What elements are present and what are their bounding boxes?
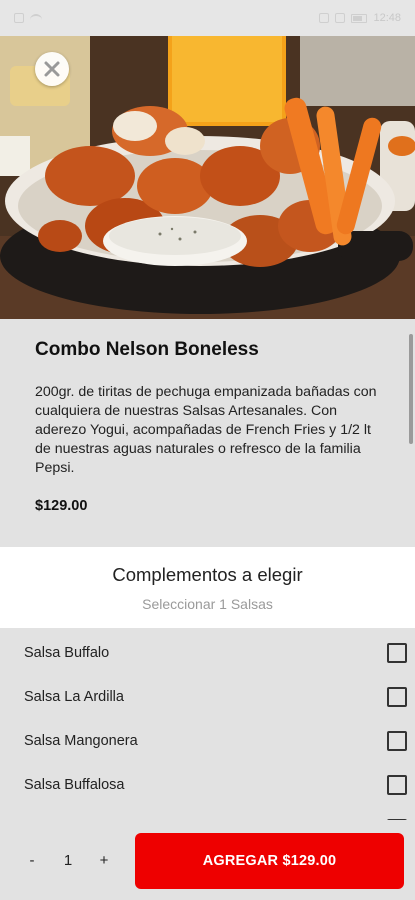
option-checkbox[interactable]: [387, 731, 407, 751]
option-item[interactable]: Salsa La Ardilla: [0, 675, 415, 719]
add-to-cart-button[interactable]: AGREGAR $129.00: [135, 833, 404, 889]
bottom-bar: - 1 + AGREGAR $129.00: [0, 820, 415, 900]
product-price: $129.00: [35, 498, 88, 514]
vibrate-icon: [335, 13, 346, 23]
scrollbar[interactable]: [409, 334, 413, 444]
wifi-icon: [30, 14, 42, 22]
battery-icon: [351, 13, 368, 23]
complements-header: Complementos a elegir Seleccionar 1 Sals…: [0, 547, 415, 628]
alarm-icon: [319, 13, 330, 23]
quantity-stepper: - 1 +: [20, 820, 116, 900]
option-label: Salsa Buffalosa: [24, 777, 125, 793]
close-button[interactable]: [35, 52, 69, 86]
increase-quantity-button[interactable]: +: [92, 852, 116, 869]
option-checkbox[interactable]: [387, 687, 407, 707]
option-item[interactable]: Salsa Mangonera: [0, 719, 415, 763]
option-item[interactable]: Salsa Buffalosa: [0, 763, 415, 807]
status-time: 12:48: [373, 12, 401, 24]
option-label: Salsa La Ardilla: [24, 689, 124, 705]
option-label: Salsa Buffalo: [24, 645, 110, 661]
decrease-quantity-button[interactable]: -: [20, 852, 44, 869]
options-list: Salsa Buffalo Salsa La Ardilla Salsa Man…: [0, 628, 415, 820]
product-description: 200gr. de tiritas de pechuga empanizada …: [35, 384, 377, 476]
complements-title: Complementos a elegir: [112, 564, 303, 585]
option-label: Salsa Mangonera: [24, 733, 138, 749]
option-item[interactable]: [0, 807, 415, 820]
option-checkbox[interactable]: [387, 775, 407, 795]
status-bar: 12:48: [0, 0, 415, 36]
close-icon: [44, 61, 60, 77]
notification-icon: [14, 13, 24, 23]
product-title: Combo Nelson Boneless: [35, 339, 259, 360]
product-info: Combo Nelson Boneless 200gr. de tiritas …: [0, 319, 415, 547]
complements-subtitle: Seleccionar 1 Salsas: [142, 596, 273, 612]
option-item[interactable]: Salsa Buffalo: [0, 631, 415, 675]
option-checkbox[interactable]: [387, 643, 407, 663]
quantity-value: 1: [63, 851, 73, 869]
